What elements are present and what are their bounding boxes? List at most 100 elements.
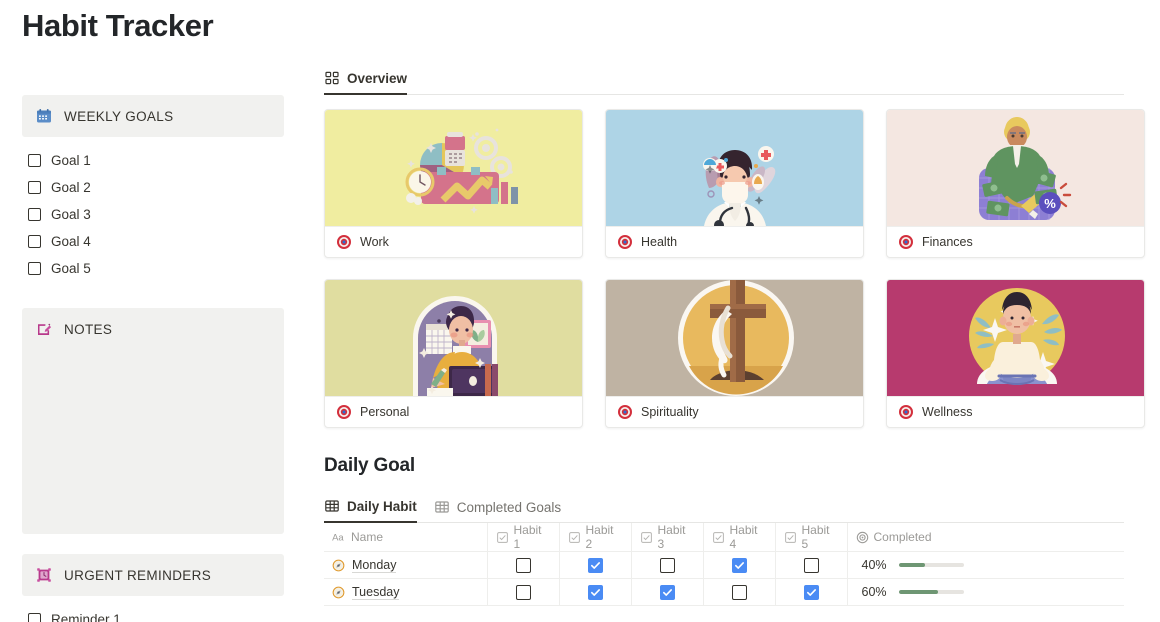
tab-overview[interactable]: Overview xyxy=(324,70,408,95)
notes-body[interactable] xyxy=(22,347,284,534)
goal-label: Goal 4 xyxy=(51,234,91,249)
column-header-name[interactable]: Aa Name xyxy=(324,523,487,552)
card-label: Health xyxy=(641,235,678,249)
card-health[interactable]: Health xyxy=(605,109,864,258)
finance-illustration: % xyxy=(979,117,1072,220)
alarm-clock-icon xyxy=(37,568,51,582)
habit-checkbox-checked[interactable] xyxy=(587,557,603,573)
sidebar-section-label: URGENT REMINDERS xyxy=(64,567,212,583)
cell-habit-5[interactable] xyxy=(774,578,847,606)
habit-checkbox-unchecked[interactable] xyxy=(803,557,819,573)
notes-header[interactable]: NOTES xyxy=(22,308,284,350)
main-content: Overview Work Health % Finances Personal… xyxy=(324,64,1145,606)
card-label: Personal xyxy=(360,405,410,419)
urgent-reminders-header[interactable]: URGENT REMINDERS xyxy=(22,554,284,596)
column-header-habit-2[interactable]: Habit 2 xyxy=(558,523,631,552)
card-cover xyxy=(606,110,863,226)
card-wellness[interactable]: Wellness xyxy=(886,279,1145,428)
cell-habit-1[interactable] xyxy=(486,578,559,606)
tab-daily-habit[interactable]: Daily Habit xyxy=(324,498,417,523)
page-title: Habit Tracker xyxy=(22,8,214,43)
card-footer: Personal xyxy=(325,396,582,427)
column-label: Completed xyxy=(873,530,932,544)
text-aa-icon: Aa xyxy=(332,531,344,542)
reminder-label: Reminder 1 xyxy=(51,612,121,622)
column-label: Habit 1 xyxy=(513,523,542,551)
card-personal[interactable]: Personal xyxy=(324,279,583,428)
column-header-completed[interactable]: Completed xyxy=(846,523,1124,552)
cell-habit-1[interactable] xyxy=(486,551,559,579)
cell-habit-3[interactable] xyxy=(630,578,703,606)
table-row[interactable]: Tuesday 60% xyxy=(324,578,1124,606)
column-header-habit-3[interactable]: Habit 3 xyxy=(630,523,703,552)
completed-percent: 60% xyxy=(861,585,887,599)
list-item[interactable]: Reminder 1 xyxy=(28,606,284,622)
goal-checkbox[interactable] xyxy=(28,181,41,194)
table-header-row: Aa Name Habit 1 Habit 2 Habit 3 Habit 4 … xyxy=(324,523,1124,552)
card-label: Finances xyxy=(922,235,973,249)
work-illustration xyxy=(405,128,518,214)
card-spirituality[interactable]: Spirituality xyxy=(605,279,864,428)
progress-fill xyxy=(898,590,938,594)
tab-completed-goals[interactable]: Completed Goals xyxy=(434,499,561,522)
goal-checkbox[interactable] xyxy=(28,208,41,221)
target-icon xyxy=(337,235,351,249)
goal-checkbox[interactable] xyxy=(28,154,41,167)
goal-checkbox[interactable] xyxy=(28,235,41,248)
cell-habit-4[interactable] xyxy=(702,578,775,606)
target-icon xyxy=(899,405,913,419)
cell-habit-4[interactable] xyxy=(702,551,775,579)
row-name: Monday xyxy=(352,557,397,573)
card-cover xyxy=(887,280,1144,396)
completed-percent: 40% xyxy=(861,558,887,572)
habit-checkbox-checked[interactable] xyxy=(803,584,819,600)
cell-habit-5[interactable] xyxy=(774,551,847,579)
column-label: Habit 2 xyxy=(585,523,614,551)
card-work[interactable]: Work xyxy=(324,109,583,258)
column-header-habit-1[interactable]: Habit 1 xyxy=(486,523,559,552)
sidebar-section-notes: NOTES xyxy=(22,308,284,534)
list-item[interactable]: Goal 2 xyxy=(28,174,284,201)
column-header-habit-5[interactable]: Habit 5 xyxy=(774,523,847,552)
card-footer: Health xyxy=(606,226,863,257)
card-label: Spirituality xyxy=(641,405,699,419)
habit-checkbox-unchecked[interactable] xyxy=(515,584,531,600)
cell-habit-3[interactable] xyxy=(630,551,703,579)
goal-checkbox[interactable] xyxy=(28,262,41,275)
habit-checkbox-unchecked[interactable] xyxy=(659,557,675,573)
sidebar-section-weekly-goals[interactable]: WEEKLY GOALS xyxy=(22,95,284,137)
card-cover xyxy=(325,110,582,226)
cell-habit-2[interactable] xyxy=(558,578,631,606)
calendar-icon xyxy=(37,109,51,123)
checkbox-icon xyxy=(496,531,508,543)
checkbox-icon xyxy=(568,531,580,543)
card-footer: Work xyxy=(325,226,582,257)
habit-checkbox-unchecked[interactable] xyxy=(731,584,747,600)
target-icon xyxy=(618,405,632,419)
progress-fill xyxy=(898,563,925,567)
list-item[interactable]: Goal 3 xyxy=(28,201,284,228)
desk-study-illustration xyxy=(413,296,498,396)
reminder-checkbox[interactable] xyxy=(28,613,41,622)
habit-checkbox-checked[interactable] xyxy=(731,557,747,573)
svg-text:Aa: Aa xyxy=(332,531,344,542)
column-header-habit-4[interactable]: Habit 4 xyxy=(702,523,775,552)
checkbox-icon xyxy=(712,531,724,543)
list-item[interactable]: Goal 5 xyxy=(28,255,284,282)
list-item[interactable]: Goal 1 xyxy=(28,147,284,174)
cell-completed[interactable]: 60% xyxy=(846,578,1124,606)
card-footer: Wellness xyxy=(887,396,1144,427)
list-item[interactable]: Goal 4 xyxy=(28,228,284,255)
row-name-cell[interactable]: Monday xyxy=(324,551,487,579)
cell-habit-2[interactable] xyxy=(558,551,631,579)
gallery-grid-icon xyxy=(325,71,339,85)
card-cover xyxy=(606,280,863,396)
card-finances[interactable]: % Finances xyxy=(886,109,1145,258)
table-row[interactable]: Monday 40% xyxy=(324,551,1124,579)
cell-completed[interactable]: 40% xyxy=(846,551,1124,579)
row-name-cell[interactable]: Tuesday xyxy=(324,578,487,606)
habit-checkbox-checked[interactable] xyxy=(587,584,603,600)
habit-checkbox-unchecked[interactable] xyxy=(515,557,531,573)
habit-checkbox-checked[interactable] xyxy=(659,584,675,600)
target-icon xyxy=(337,405,351,419)
